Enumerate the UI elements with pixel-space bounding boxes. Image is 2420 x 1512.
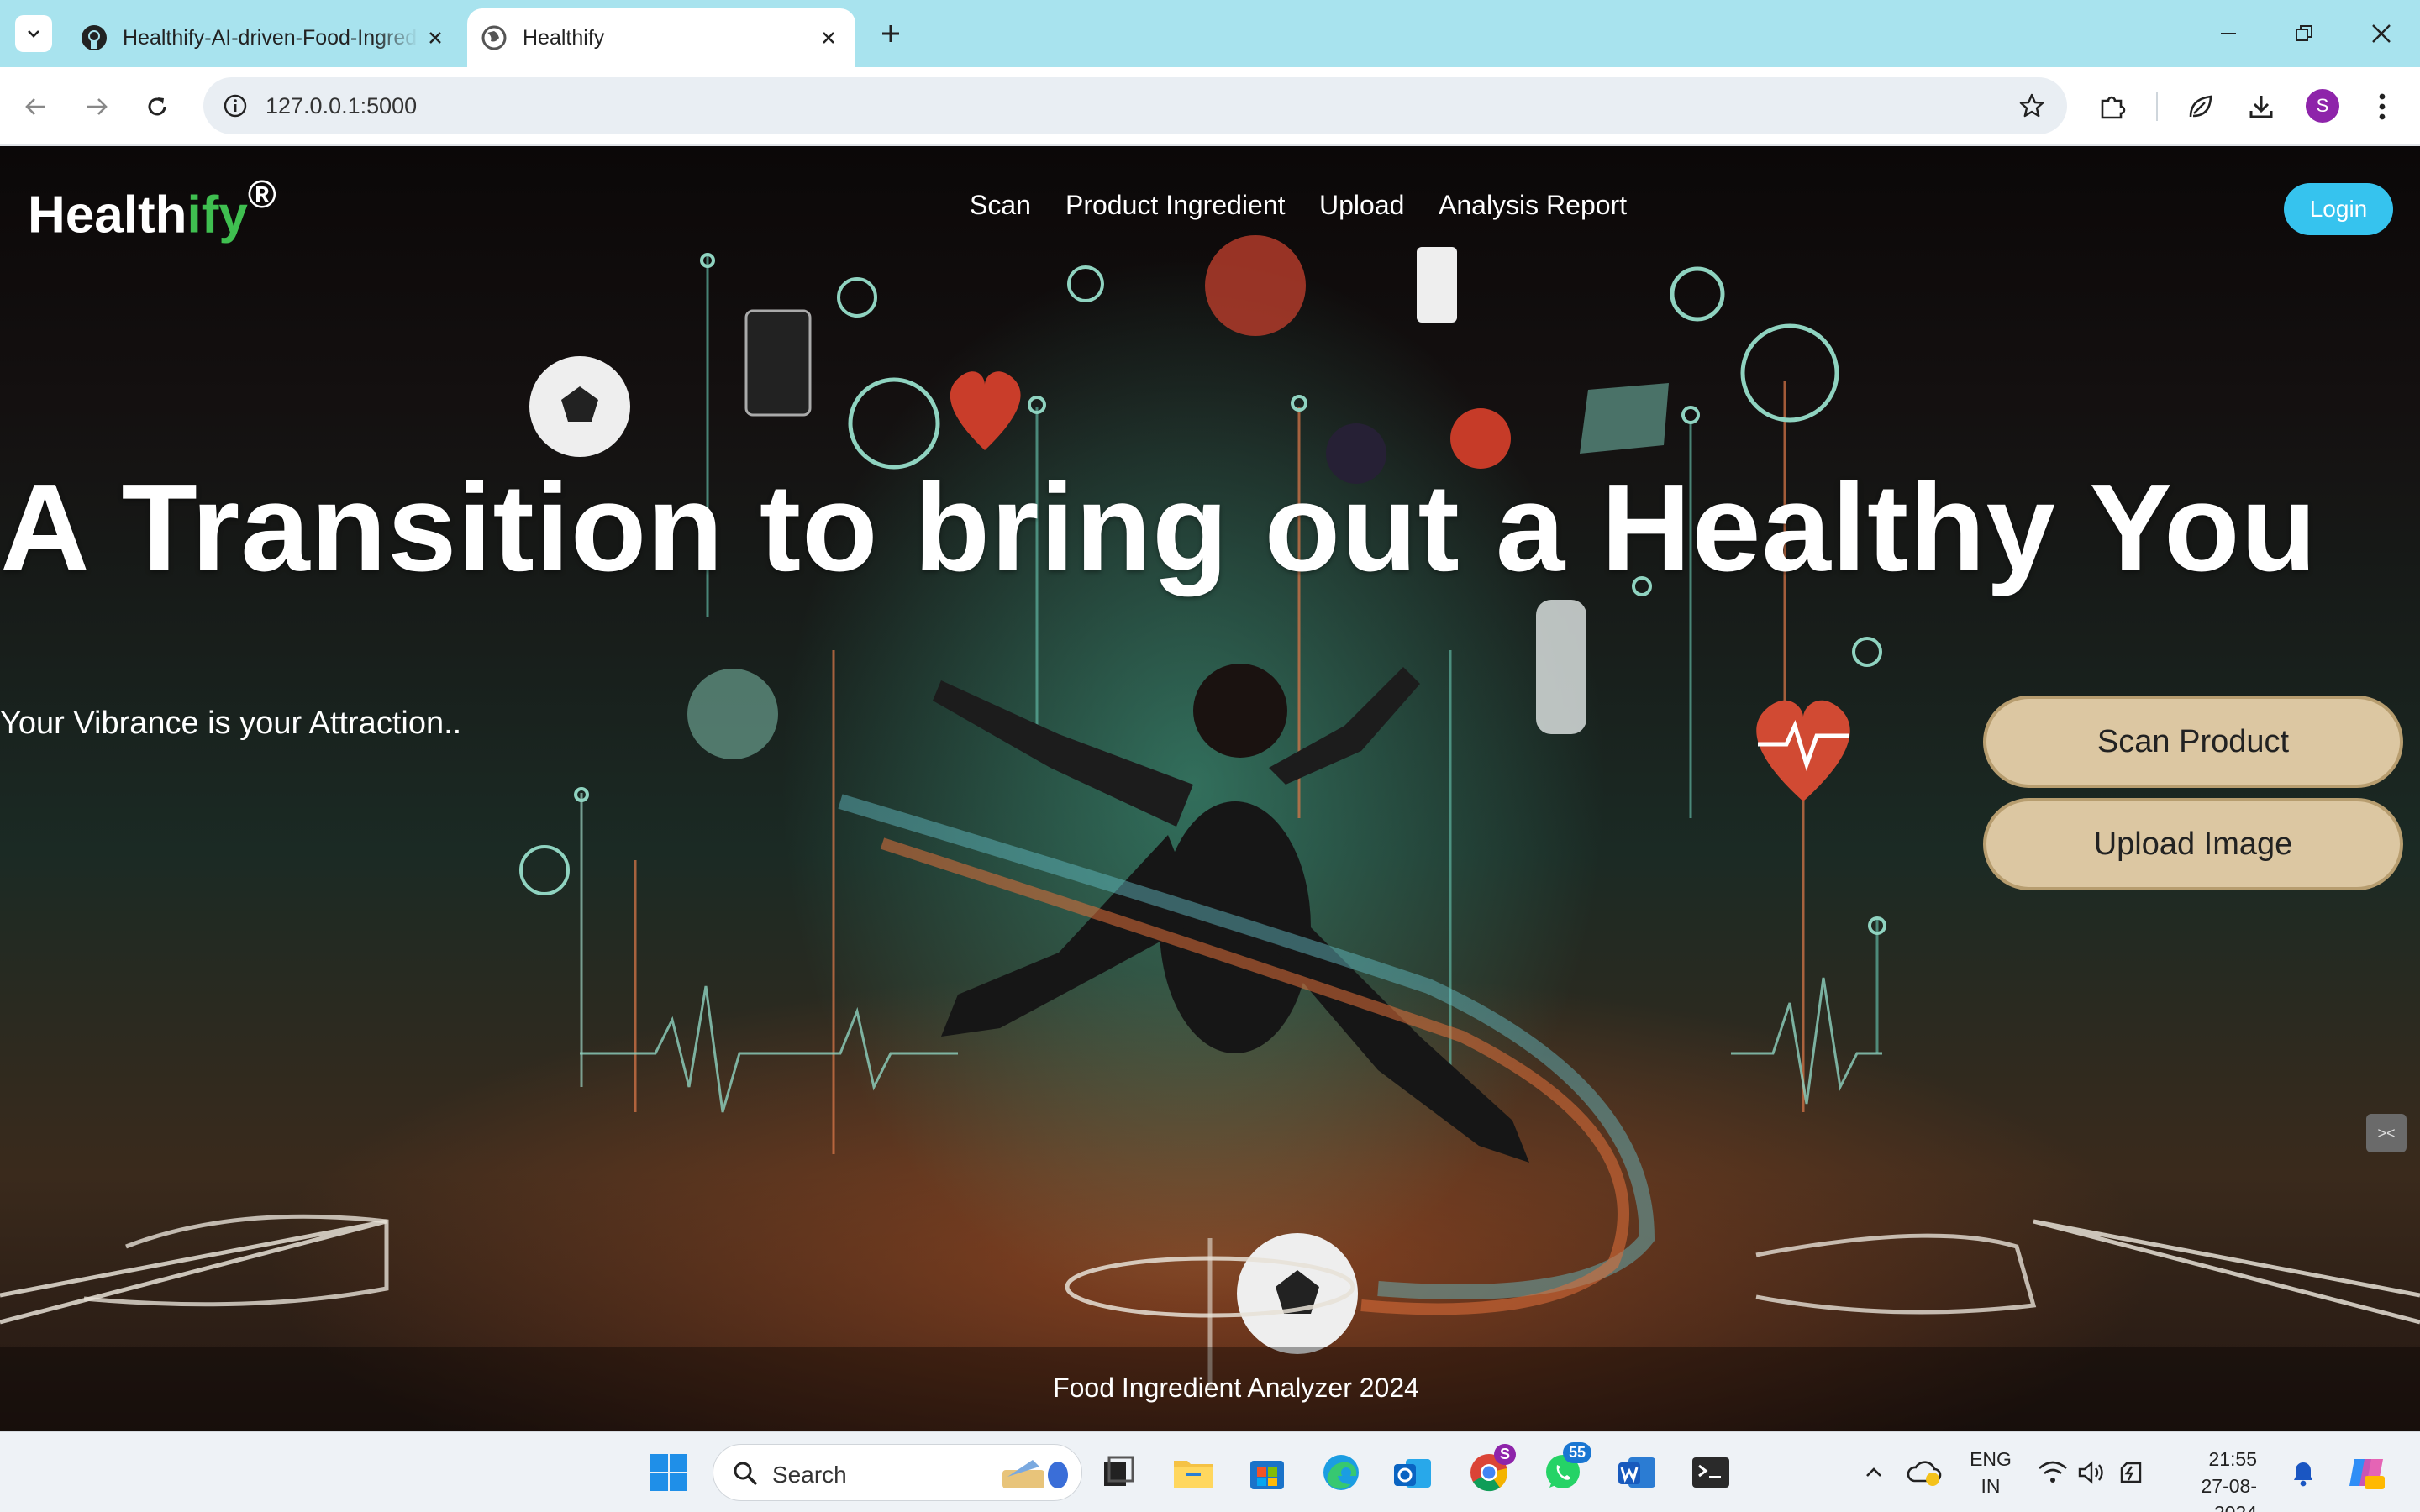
brand-part-2: ify [187,186,248,244]
language-indicator[interactable]: ENG IN [1963,1446,2018,1499]
nav-scan[interactable]: Scan [970,190,1031,221]
volume-icon [2078,1461,2103,1484]
chevron-down-icon [28,30,39,38]
task-view-button[interactable] [1094,1449,1141,1496]
region-code: IN [1981,1475,2001,1497]
outlook-icon [1394,1459,1431,1488]
quick-settings-button[interactable] [2028,1449,2154,1496]
start-button[interactable] [645,1449,692,1496]
site-info-icon[interactable] [218,89,252,123]
download-icon [2249,96,2273,118]
arrow-right-icon [87,98,108,115]
language-code: ENG [1970,1448,2012,1470]
tab-search-button[interactable] [15,15,52,52]
performance-button[interactable] [2181,87,2220,126]
toolbar-separator [2156,92,2158,121]
nav-analysis-report[interactable]: Analysis Report [1439,190,1627,221]
code-icon[interactable]: >< [2366,1114,2407,1152]
hero-background-illustration [0,235,2420,1431]
nav-upload[interactable]: Upload [1319,190,1404,221]
tab-healthify[interactable]: Healthify [467,8,855,67]
upload-image-button[interactable]: Upload Image [1983,798,2403,890]
close-window-button[interactable] [2356,15,2407,52]
whatsapp-unread-badge: 55 [1563,1442,1592,1463]
notifications-button[interactable] [2282,1449,2324,1496]
tab-github-repo[interactable]: Healthify-AI-driven-Food-Ingredient-Anal… [67,8,462,67]
forward-button[interactable] [77,87,116,126]
tagline: Your Vibrance is your Attraction.. [0,706,462,741]
globe-icon [481,25,507,50]
reload-icon [148,97,166,116]
tab-title: Healthify-AI-driven-Food-Ingredient-Anal… [123,25,418,50]
bookmark-star-icon[interactable] [2015,89,2049,123]
terminal-icon [1692,1457,1729,1488]
tab-strip: Healthify-AI-driven-Food-Ingredient-Anal… [0,0,2420,67]
word-icon [1618,1457,1655,1488]
bell-icon [2294,1462,2312,1487]
nav-product-ingredient[interactable]: Product Ingredient [1065,190,1286,221]
clock[interactable]: 21:55 27-08-2024 [2165,1446,2257,1512]
taskbar-search[interactable]: Search [713,1444,1082,1501]
footer-text: Food Ingredient Analyzer 2024 [1053,1373,1419,1403]
chrome-profile-badge: S [1494,1444,1517,1465]
search-highlight-icon [1002,1460,1068,1488]
login-button[interactable]: Login [2284,183,2393,235]
back-button[interactable] [17,87,55,126]
copilot-button[interactable] [2343,1449,2390,1496]
plus-icon [882,25,899,42]
search-icon [734,1462,758,1486]
brand-part-1: Health [28,186,187,244]
show-hidden-icons-button[interactable] [1850,1449,1897,1496]
url-text[interactable]: 127.0.0.1:5000 [266,93,417,119]
profile-avatar[interactable]: S [2306,89,2339,123]
windows-taskbar: Search S 55 ENG IN 21:55 27-08- [0,1431,2420,1512]
restore-button[interactable] [2279,15,2329,52]
copilot-icon [2349,1459,2385,1489]
extensions-button[interactable] [2092,87,2131,126]
scan-product-button[interactable]: Scan Product [1983,696,2403,788]
chevron-up-icon [1866,1467,1881,1477]
file-explorer-button[interactable] [1170,1449,1217,1496]
edge-button[interactable] [1318,1449,1365,1496]
browser-menu-button[interactable] [2363,87,2402,126]
microsoft-store-button[interactable] [1244,1449,1291,1496]
github-icon [82,25,107,50]
clock-date: 27-08-2024 [2201,1475,2257,1512]
windows-logo-icon [650,1454,687,1491]
browser-toolbar: 127.0.0.1:5000 S [0,67,2420,146]
close-icon [2372,24,2391,43]
outlook-button[interactable] [1390,1449,1437,1496]
edge-icon [1323,1455,1359,1490]
close-tab-icon[interactable] [418,21,452,55]
arrow-left-icon [25,98,45,115]
onedrive-status-button[interactable] [1901,1449,1948,1496]
clock-time: 21:55 [2208,1448,2257,1470]
reload-button[interactable] [138,87,176,126]
word-button[interactable] [1613,1449,1660,1496]
battery-charging-icon [2120,1462,2142,1483]
healthify-homepage: Healthify® Scan Product Ingredient Uploa… [0,146,2420,1431]
leaf-icon [2189,95,2212,118]
registered-mark: ® [247,172,276,216]
tab-title: Healthify [523,25,605,50]
new-tab-button[interactable] [874,17,908,50]
wifi-icon [2039,1461,2067,1483]
store-icon [1250,1461,1284,1489]
minimize-icon [2221,33,2236,34]
site-logo[interactable]: Healthify® [28,172,276,245]
folder-icon [1174,1461,1213,1488]
terminal-button[interactable] [1687,1449,1734,1496]
task-view-icon [1104,1456,1134,1486]
downloads-button[interactable] [2242,87,2281,126]
cloud-warning-icon [1907,1461,1942,1486]
minimize-button[interactable] [2203,15,2254,52]
puzzle-icon [2101,96,2126,119]
address-bar[interactable]: 127.0.0.1:5000 [203,77,2067,134]
close-tab-icon[interactable] [812,21,845,55]
more-vertical-icon [2379,93,2386,120]
search-label: Search [772,1462,847,1488]
restore-icon [2296,25,2312,41]
hero-title: A Transition to bring out a Healthy You [0,459,2317,597]
